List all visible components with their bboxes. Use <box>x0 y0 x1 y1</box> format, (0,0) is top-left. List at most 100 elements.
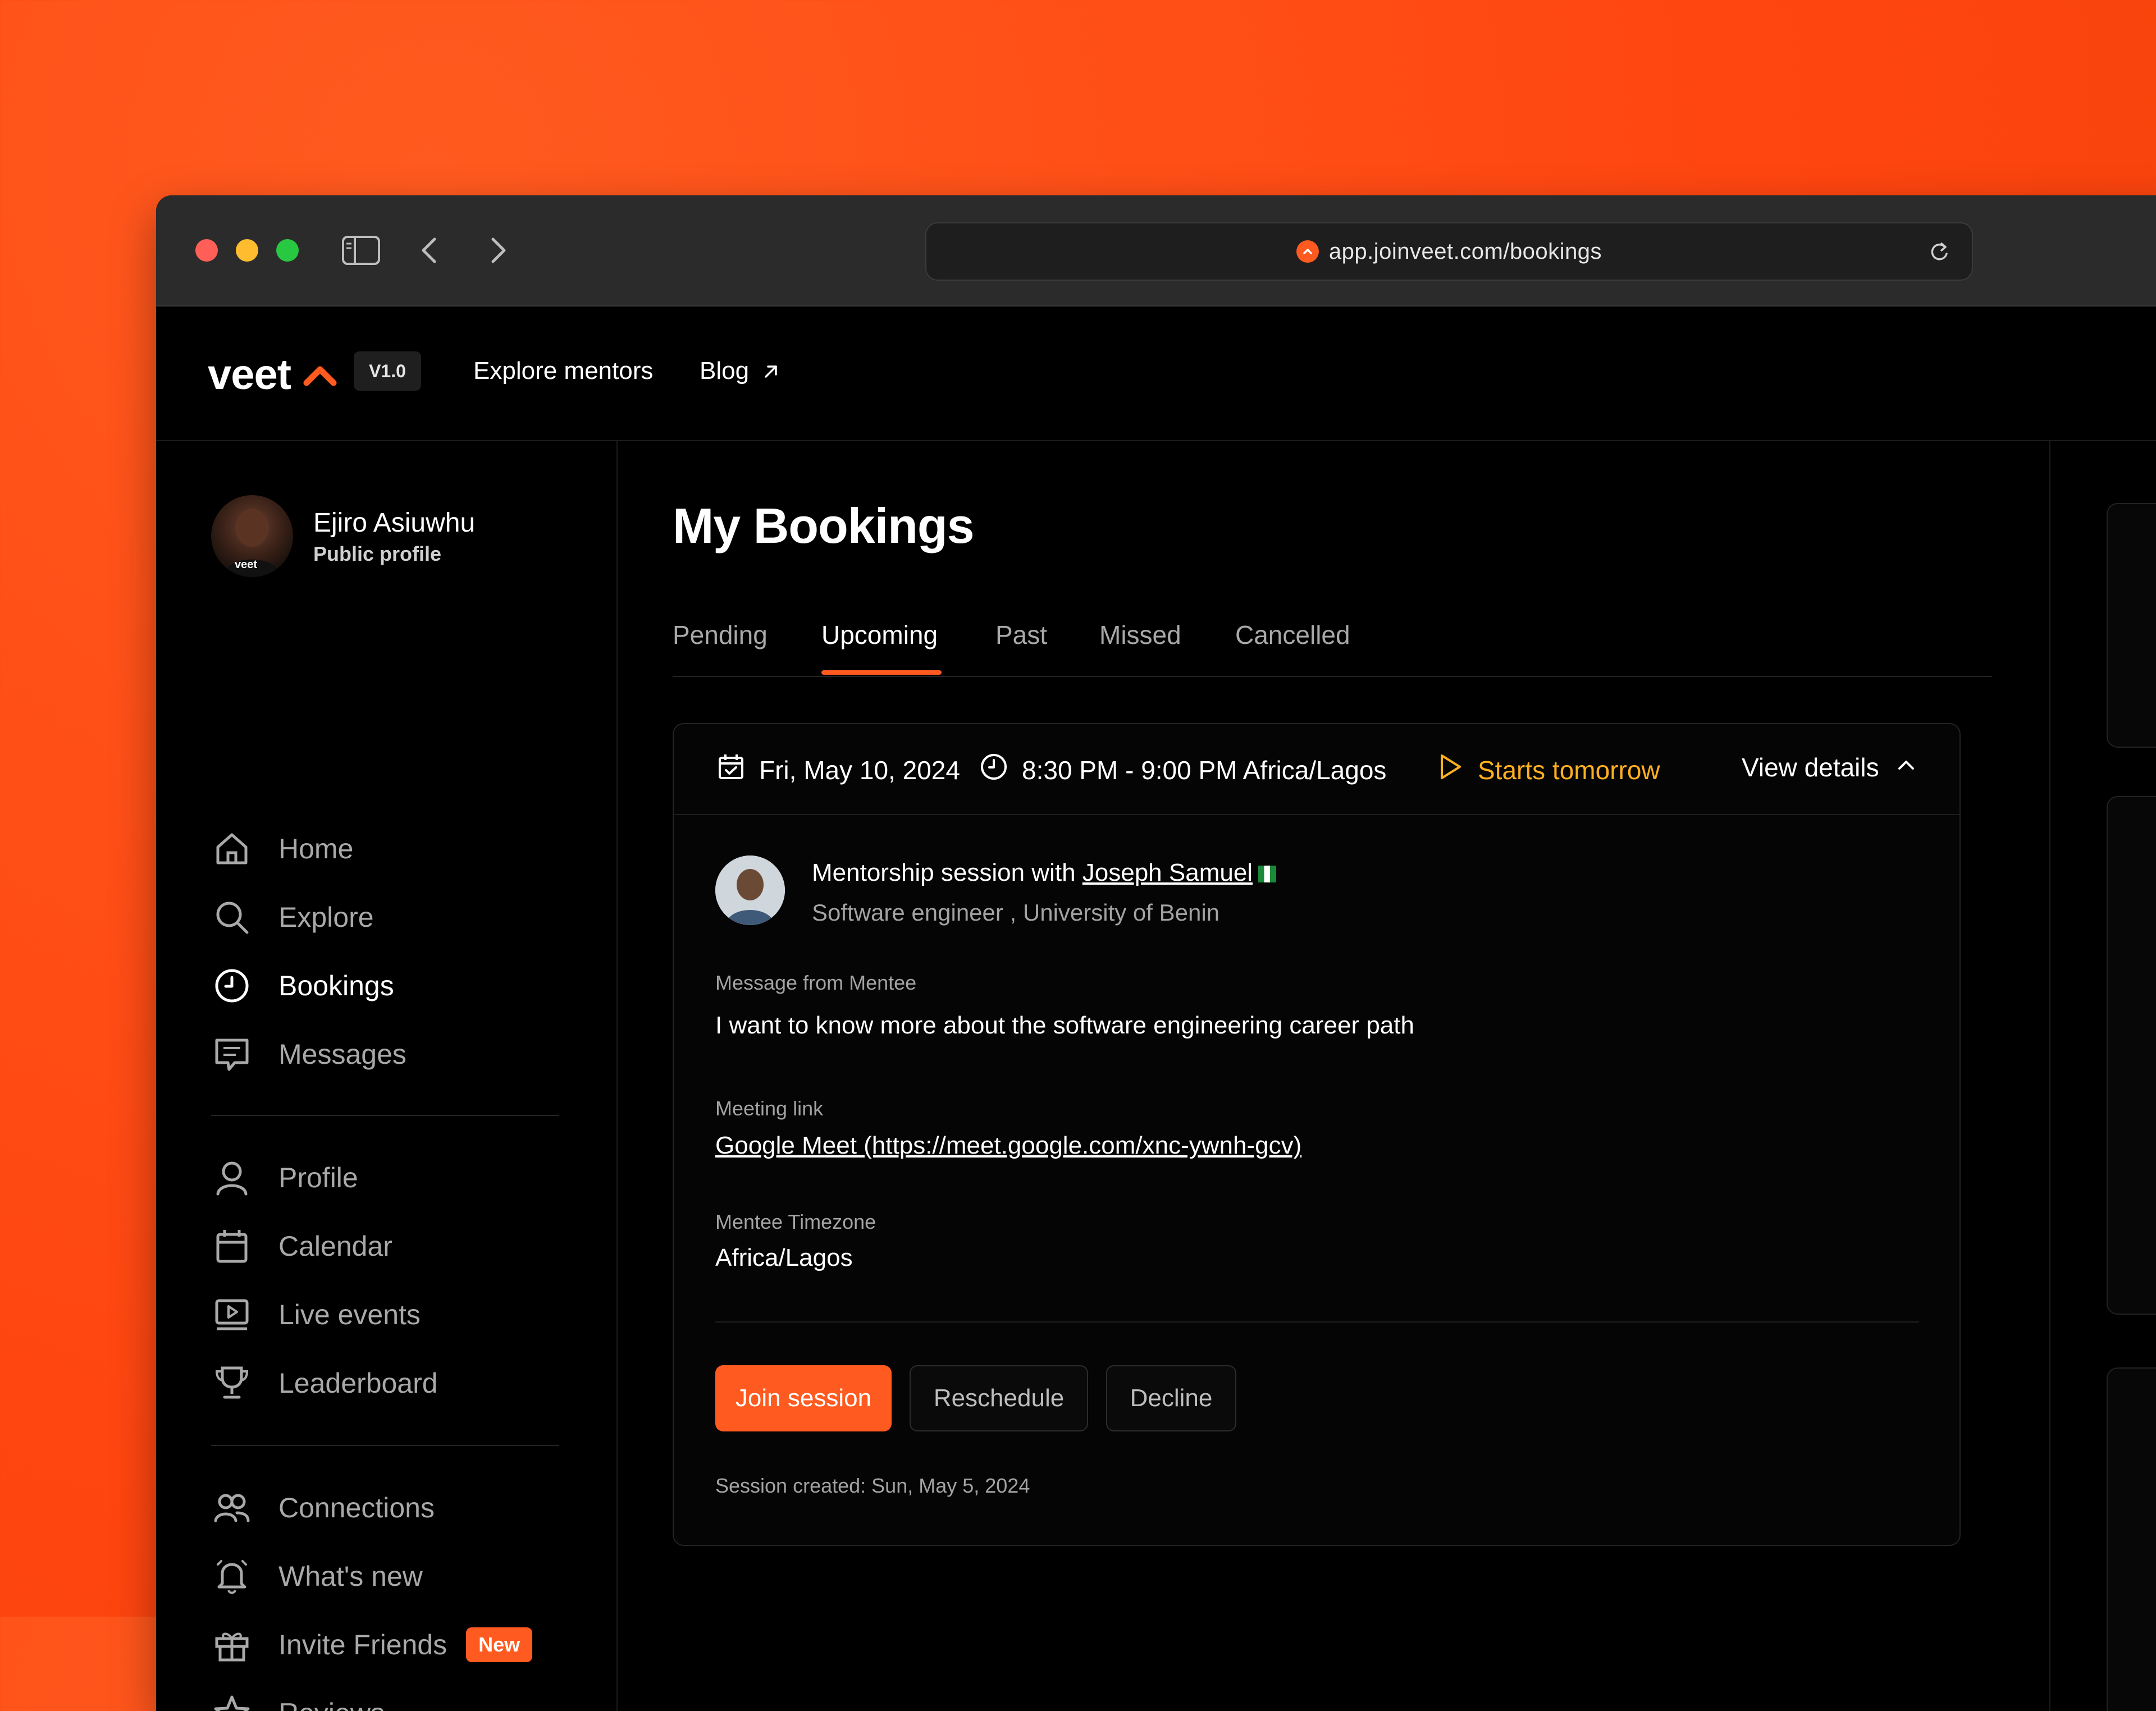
right-card-stats <box>2107 796 2156 1315</box>
sidebar-item-label: Reviews <box>278 1697 385 1711</box>
sidebar: veet Ejiro Asiuwhu Public profile Home E… <box>156 441 618 1711</box>
sidebar-item-invite-friends[interactable]: Invite Friends New <box>211 1622 533 1667</box>
timezone-label: Mentee Timezone <box>715 1210 876 1233</box>
avatar-logo-tag: veet <box>235 559 258 571</box>
session-created-text: Session created: Sun, May 5, 2024 <box>715 1474 1030 1497</box>
booking-time-text: 8:30 PM - 9:00 PM Africa/Lagos <box>1022 755 1387 785</box>
sidebar-item-label: Bookings <box>278 970 394 1001</box>
mentee-timezone: Africa/Lagos <box>715 1244 853 1271</box>
tab-past[interactable]: Past <box>995 620 1047 650</box>
forward-icon[interactable] <box>484 234 512 270</box>
booking-status-text: Starts tomorrow <box>1478 755 1660 785</box>
nav-link-blog[interactable]: Blog <box>700 357 779 386</box>
users-icon <box>211 1487 253 1529</box>
home-icon <box>211 828 253 870</box>
new-badge: New <box>466 1627 533 1662</box>
clock-icon <box>211 965 253 1007</box>
booking-time: 8:30 PM - 9:00 PM Africa/Lagos <box>979 752 1386 788</box>
sidebar-item-label: Profile <box>278 1162 358 1193</box>
message-label: Message from Mentee <box>715 971 917 994</box>
sidebar-item-reviews[interactable]: Reviews <box>211 1691 385 1711</box>
booking-tabs: Pending Upcoming Past Missed Cancelled <box>673 613 1992 677</box>
sidebar-item-label: Invite Friends <box>278 1629 447 1660</box>
chevron-up-icon <box>1895 752 1917 783</box>
main-content: My Bookings Pending Upcoming Past Missed… <box>618 441 2156 1711</box>
right-card-top <box>2107 503 2156 748</box>
sidebar-item-label: Leaderboard <box>278 1367 438 1399</box>
sidebar-item-label: Live events <box>278 1299 421 1330</box>
meeting-link[interactable]: Google Meet (https://meet.google.com/xnc… <box>715 1132 1301 1160</box>
mentee-subtitle: Software engineer , University of Benin <box>812 899 1220 926</box>
star-icon <box>211 1692 253 1711</box>
sidebar-item-home[interactable]: Home <box>211 826 353 871</box>
reload-icon[interactable] <box>1928 239 1951 267</box>
sidebar-item-label: Messages <box>278 1039 406 1070</box>
tab-cancelled[interactable]: Cancelled <box>1235 620 1350 650</box>
card-divider <box>715 1321 1919 1323</box>
bell-icon <box>211 1556 253 1597</box>
address-bar[interactable]: app.joinveet.com/bookings <box>925 222 1973 281</box>
mentee-name-link[interactable]: Joseph Samuel <box>1082 859 1253 886</box>
nav-link-blog-label: Blog <box>700 357 750 385</box>
sidebar-item-profile[interactable]: Profile <box>211 1155 358 1200</box>
sidebar-item-leaderboard[interactable]: Leaderboard <box>211 1361 438 1406</box>
booking-date-text: Fri, May 10, 2024 <box>759 755 960 785</box>
booking-status: Starts tomorrow <box>1435 752 1660 788</box>
meeting-link-label: Meeting link <box>715 1097 824 1120</box>
search-icon <box>211 896 253 938</box>
user-icon <box>211 1157 253 1198</box>
sidebar-toggle-icon[interactable] <box>341 234 381 270</box>
decline-button[interactable]: Decline <box>1106 1365 1236 1431</box>
user-name[interactable]: Ejiro Asiuwhu <box>313 507 475 538</box>
public-profile-link[interactable]: Public profile <box>313 542 441 566</box>
tab-upcoming[interactable]: Upcoming <box>821 620 938 650</box>
view-details-toggle[interactable]: View details <box>1742 752 1917 783</box>
sidebar-item-label: What's new <box>278 1561 423 1592</box>
message-icon <box>211 1033 253 1075</box>
nav-link-explore-mentors[interactable]: Explore mentors <box>473 357 653 385</box>
trophy-icon <box>211 1362 253 1404</box>
reschedule-button[interactable]: Reschedule <box>910 1365 1088 1431</box>
sidebar-item-live-events[interactable]: Live events <box>211 1292 421 1337</box>
booking-card: Fri, May 10, 2024 8:30 PM - 9:00 PM Afri… <box>673 723 1961 1546</box>
view-details-label: View details <box>1742 753 1879 782</box>
close-window-button[interactable] <box>195 239 218 262</box>
sidebar-item-connections[interactable]: Connections <box>211 1485 435 1530</box>
mentee-avatar[interactable] <box>715 856 785 925</box>
avatar[interactable]: veet <box>211 495 293 577</box>
sidebar-item-whats-new[interactable]: What's new <box>211 1554 423 1599</box>
back-icon[interactable] <box>415 234 444 270</box>
join-session-button[interactable]: Join session <box>715 1365 892 1431</box>
url-text: app.joinveet.com/bookings <box>1328 239 1602 264</box>
external-arrow-icon <box>762 358 779 386</box>
right-panel <box>2049 441 2156 1711</box>
minimize-window-button[interactable] <box>236 239 258 262</box>
active-tab-indicator <box>821 670 942 675</box>
sidebar-divider <box>211 1115 559 1116</box>
play-icon <box>1435 752 1464 788</box>
tab-pending[interactable]: Pending <box>673 620 768 650</box>
sidebar-item-label: Home <box>278 833 354 864</box>
sidebar-item-explore[interactable]: Explore <box>211 895 374 940</box>
veet-logo[interactable]: veet <box>208 350 291 399</box>
maximize-window-button[interactable] <box>276 239 299 262</box>
sidebar-item-messages[interactable]: Messages <box>211 1032 406 1077</box>
nigeria-flag-icon <box>1258 866 1277 883</box>
calendar-check-icon <box>716 752 746 788</box>
mentee-message: I want to know more about the software e… <box>715 1012 1414 1039</box>
sidebar-item-label: Calendar <box>278 1230 392 1262</box>
session-title: Mentorship session with Joseph Samuel <box>812 859 1277 887</box>
sidebar-item-label: Connections <box>278 1492 435 1524</box>
booking-card-header: Fri, May 10, 2024 8:30 PM - 9:00 PM Afri… <box>674 724 1959 815</box>
sidebar-item-calendar[interactable]: Calendar <box>211 1224 392 1269</box>
monitor-play-icon <box>211 1294 253 1335</box>
right-card-bottom <box>2107 1367 2156 1711</box>
tab-missed[interactable]: Missed <box>1099 620 1181 650</box>
sidebar-item-bookings[interactable]: Bookings <box>211 963 394 1008</box>
gift-icon <box>211 1624 253 1666</box>
version-badge: V1.0 <box>354 351 421 391</box>
session-title-prefix: Mentorship session with <box>812 859 1082 886</box>
booking-date: Fri, May 10, 2024 <box>716 752 960 788</box>
calendar-icon <box>211 1225 253 1267</box>
site-favicon-icon <box>1296 240 1319 263</box>
